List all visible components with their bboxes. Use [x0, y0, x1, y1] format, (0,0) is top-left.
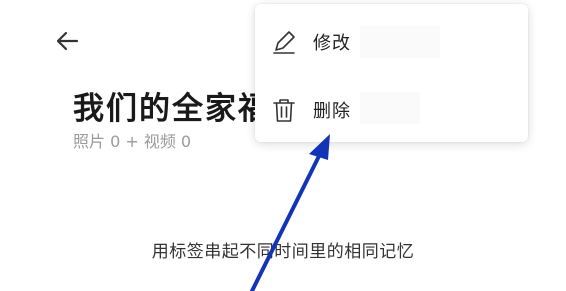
menu-item-delete-label: 删除	[313, 101, 351, 122]
album-options-menu: 修改 删除	[255, 4, 528, 142]
empty-state-hint: 用标签串起不同时间里的相同记忆	[151, 242, 415, 262]
annotation-arrow-shaft	[250, 148, 324, 291]
redacted-area	[360, 92, 420, 124]
back-button[interactable]	[52, 28, 82, 54]
redacted-area	[360, 26, 440, 58]
album-media-count: 照片 0 + 视频 0	[73, 132, 192, 151]
menu-item-edit-label: 修改	[313, 33, 351, 54]
album-title: 我们的全家福	[73, 91, 271, 127]
pencil-icon	[273, 31, 295, 54]
trash-icon	[273, 99, 295, 122]
back-arrow-icon	[56, 31, 79, 51]
